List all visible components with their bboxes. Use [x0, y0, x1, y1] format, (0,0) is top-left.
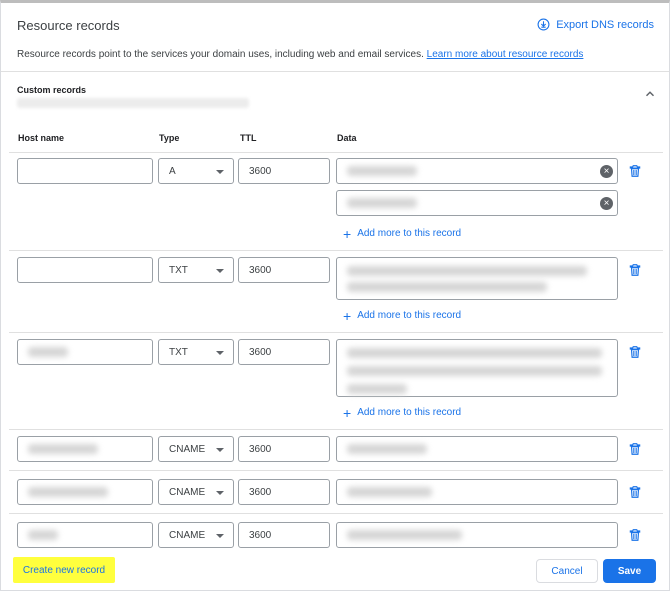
description-text: Resource records point to the services y…: [17, 49, 424, 60]
add-more-label: Add more to this record: [357, 407, 462, 418]
type-value: TXT: [169, 346, 188, 358]
redacted-value: [347, 282, 547, 292]
ttl-value: 3600: [249, 346, 272, 358]
data-textarea[interactable]: [336, 339, 618, 397]
add-more-to-record-link[interactable]: + Add more to this record: [343, 225, 462, 242]
column-header-host: Host name: [18, 133, 65, 143]
redacted-value: [347, 487, 432, 497]
type-select[interactable]: CNAME: [158, 479, 234, 505]
type-select[interactable]: CNAME: [158, 522, 234, 548]
ttl-input[interactable]: 3600: [238, 158, 330, 184]
redacted-value: [347, 530, 462, 540]
redacted-value: [28, 347, 68, 357]
ttl-input[interactable]: 3600: [238, 436, 330, 462]
host-name-input[interactable]: [17, 436, 153, 462]
section-title: Custom records: [17, 85, 87, 95]
dropdown-arrow-icon: [216, 170, 224, 174]
column-header-type: Type: [159, 133, 180, 143]
dropdown-arrow-icon: [216, 534, 224, 538]
redacted-value: [347, 444, 427, 454]
host-name-input[interactable]: [17, 479, 153, 505]
redacted-value: [28, 530, 58, 540]
data-input[interactable]: ×: [336, 190, 618, 216]
type-select[interactable]: TXT: [158, 339, 234, 365]
clear-icon[interactable]: ×: [600, 197, 613, 210]
panel-description: Resource records point to the services y…: [17, 49, 583, 60]
plus-icon: +: [343, 225, 352, 242]
redacted-value: [347, 366, 602, 376]
plus-icon: +: [343, 307, 352, 324]
panel-title: Resource records: [17, 18, 120, 33]
redacted-value: [347, 166, 417, 176]
data-textarea[interactable]: [336, 257, 618, 300]
host-name-input[interactable]: [17, 522, 153, 548]
column-header-ttl: TTL: [240, 133, 257, 143]
ttl-input[interactable]: 3600: [238, 257, 330, 283]
ttl-input[interactable]: 3600: [238, 522, 330, 548]
type-value: CNAME: [169, 486, 206, 498]
ttl-input[interactable]: 3600: [238, 479, 330, 505]
type-value: TXT: [169, 264, 188, 276]
data-input[interactable]: [336, 436, 618, 462]
cancel-button[interactable]: Cancel: [536, 559, 598, 583]
type-select[interactable]: CNAME: [158, 436, 234, 462]
column-header-data: Data: [337, 133, 357, 143]
add-more-label: Add more to this record: [357, 228, 462, 239]
add-more-label: Add more to this record: [357, 310, 462, 321]
host-name-input[interactable]: [17, 158, 153, 184]
trash-icon[interactable]: [628, 345, 642, 359]
learn-more-link[interactable]: Learn more about resource records: [427, 49, 584, 60]
ttl-value: 3600: [249, 486, 272, 498]
ttl-value: 3600: [249, 165, 272, 177]
plus-icon: +: [343, 404, 352, 421]
redacted-value: [28, 444, 98, 454]
redacted-value: [347, 384, 407, 394]
data-input[interactable]: [336, 479, 618, 505]
dropdown-arrow-icon: [216, 448, 224, 452]
add-more-to-record-link[interactable]: + Add more to this record: [343, 404, 462, 421]
trash-icon[interactable]: [628, 442, 642, 456]
add-more-to-record-link[interactable]: + Add more to this record: [343, 307, 462, 324]
trash-icon[interactable]: [628, 528, 642, 542]
trash-icon[interactable]: [628, 164, 642, 178]
save-button[interactable]: Save: [603, 559, 656, 583]
row-divider: [9, 332, 663, 333]
row-divider: [9, 470, 663, 471]
type-select[interactable]: TXT: [158, 257, 234, 283]
type-value: A: [169, 165, 176, 177]
redacted-value: [347, 266, 587, 276]
trash-icon[interactable]: [628, 485, 642, 499]
redacted-value: [28, 487, 108, 497]
clear-icon[interactable]: ×: [600, 165, 613, 178]
row-divider: [9, 429, 663, 430]
redacted-domain: [17, 98, 249, 108]
ttl-input[interactable]: 3600: [238, 339, 330, 365]
dropdown-arrow-icon: [216, 269, 224, 273]
row-divider: [9, 250, 663, 251]
row-divider: [9, 513, 663, 514]
type-value: CNAME: [169, 529, 206, 541]
chevron-up-icon[interactable]: [643, 87, 657, 101]
trash-icon[interactable]: [628, 263, 642, 277]
row-divider: [9, 152, 663, 153]
export-icon: [537, 18, 550, 31]
data-input[interactable]: ×: [336, 158, 618, 184]
data-input[interactable]: [336, 522, 618, 548]
export-label: Export DNS records: [556, 18, 654, 31]
host-name-input[interactable]: [17, 339, 153, 365]
type-value: CNAME: [169, 443, 206, 455]
export-dns-records-button[interactable]: Export DNS records: [537, 18, 654, 31]
ttl-value: 3600: [249, 443, 272, 455]
dropdown-arrow-icon: [216, 491, 224, 495]
redacted-value: [347, 198, 417, 208]
ttl-value: 3600: [249, 529, 272, 541]
redacted-value: [347, 348, 602, 358]
resource-records-panel: Resource records Export DNS records Reso…: [0, 0, 670, 591]
host-name-input[interactable]: [17, 257, 153, 283]
divider: [1, 71, 669, 72]
create-new-record-button[interactable]: Create new record: [13, 557, 115, 583]
ttl-value: 3600: [249, 264, 272, 276]
dropdown-arrow-icon: [216, 351, 224, 355]
type-select[interactable]: A: [158, 158, 234, 184]
